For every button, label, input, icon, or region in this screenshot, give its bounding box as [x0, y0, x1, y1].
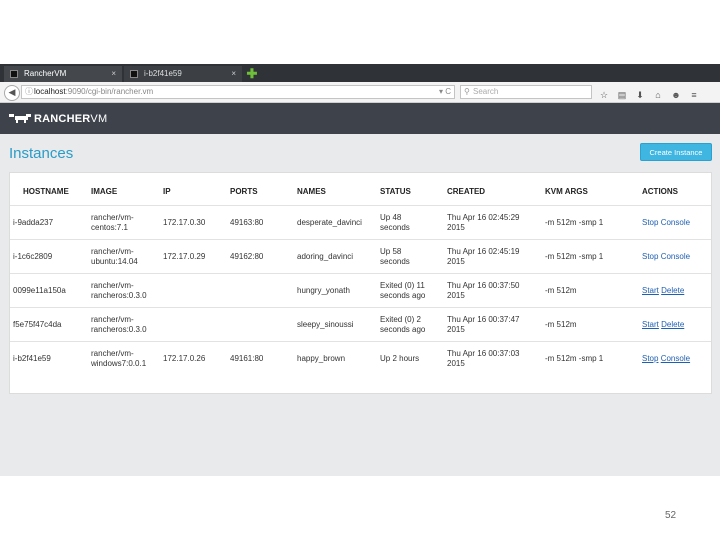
download-icon[interactable]: ⬇: [634, 89, 646, 101]
created-cell: Thu Apr 16 02:45:19 2015: [447, 247, 520, 266]
browser-screenshot: RancherVM × i-b2f41e59 × ✚ ◀ ⓘ localhost…: [0, 64, 720, 476]
table-row: i-b2f41e59 rancher/vm-windows7:0.0.1 172…: [10, 341, 711, 376]
reload-icon[interactable]: ▾ C: [439, 86, 451, 98]
page-title: Instances: [9, 145, 74, 162]
image-cell: rancher/vm-ubuntu:14.04: [91, 247, 138, 266]
start-link[interactable]: Start: [642, 320, 659, 330]
hostname-cell: 0099e11a150a: [13, 286, 66, 295]
column-header-created: CREATED: [447, 187, 486, 196]
stop-link[interactable]: Stop: [642, 218, 658, 228]
actions-cell: Stop Console: [642, 342, 690, 376]
names-cell: desperate_davinci: [297, 218, 362, 227]
console-favicon-icon: [130, 70, 138, 78]
actions-cell: Start Delete: [642, 274, 684, 308]
app-header: RANCHERVM: [0, 103, 720, 134]
new-tab-icon[interactable]: ✚: [244, 66, 260, 82]
chat-icon[interactable]: ☻: [670, 89, 682, 101]
start-link[interactable]: Start: [642, 286, 659, 296]
create-instance-button[interactable]: Create Instance: [640, 143, 712, 161]
created-cell: Thu Apr 16 00:37:03 2015: [447, 349, 520, 368]
console-link[interactable]: Console: [661, 252, 690, 262]
ip-cell: 172.17.0.26: [163, 354, 206, 363]
status-cell: Up 2 hours: [380, 354, 420, 363]
column-header-ip: IP: [163, 187, 171, 196]
page-info-icon[interactable]: ⓘ: [25, 86, 33, 98]
home-icon[interactable]: ⌂: [652, 89, 664, 101]
column-header-names: NAMES: [297, 187, 326, 196]
browser-nav-bar: ◀ ⓘ localhost:9090/cgi-bin/rancher.vm ▾ …: [0, 82, 720, 103]
ports-cell: 49163:80: [230, 218, 264, 227]
tab-label: i-b2f41e59: [144, 69, 182, 78]
image-cell: rancher/vm-windows7:0.0.1: [91, 349, 147, 368]
kvm-args-cell: -m 512m -smp 1: [545, 218, 604, 227]
rancher-cow-icon: [9, 114, 31, 123]
console-link[interactable]: Console: [661, 354, 690, 364]
column-header-kvm-args: KVM ARGS: [545, 187, 588, 196]
table-row: f5e75f47c4da rancher/vm-rancheros:0.3.0 …: [10, 307, 711, 342]
ports-cell: 49161:80: [230, 354, 264, 363]
menu-icon[interactable]: ≡: [688, 89, 700, 101]
delete-link[interactable]: Delete: [661, 286, 684, 296]
browser-tab-strip: RancherVM × i-b2f41e59 × ✚: [0, 64, 720, 82]
status-cell: Exited (0) 11 seconds ago: [380, 281, 426, 300]
close-tab-icon[interactable]: ×: [231, 66, 236, 82]
image-cell: rancher/vm-rancheros:0.3.0: [91, 315, 147, 334]
actions-cell: Stop Console: [642, 240, 690, 274]
hostname-cell: i-b2f41e59: [13, 354, 51, 363]
table-row: 0099e11a150a rancher/vm-rancheros:0.3.0 …: [10, 273, 711, 308]
kvm-args-cell: -m 512m: [545, 286, 577, 295]
close-tab-icon[interactable]: ×: [111, 66, 116, 82]
rancher-favicon-icon: [10, 70, 18, 78]
status-cell: Up 48 seconds: [380, 213, 410, 232]
reading-list-icon[interactable]: ▤: [616, 89, 628, 101]
ip-cell: 172.17.0.29: [163, 252, 206, 261]
table-row: i-1c6c2809 rancher/vm-ubuntu:14.04 172.1…: [10, 239, 711, 274]
console-link[interactable]: Console: [661, 218, 690, 228]
search-input[interactable]: ⚲ Search: [460, 85, 592, 99]
hostname-cell: i-9adda237: [13, 218, 54, 227]
logo-text: RANCHERVM: [34, 113, 108, 125]
back-arrow-icon[interactable]: ◀: [4, 85, 20, 101]
names-cell: hungry_yonath: [297, 286, 350, 295]
column-header-ports: PORTS: [230, 187, 258, 196]
kvm-args-cell: -m 512m -smp 1: [545, 354, 604, 363]
created-cell: Thu Apr 16 00:37:50 2015: [447, 281, 520, 300]
names-cell: sleepy_sinoussi: [297, 320, 354, 329]
column-header-hostname: HOSTNAME: [23, 187, 69, 196]
url-text: localhost:9090/cgi-bin/rancher.vm: [34, 87, 154, 96]
image-cell: rancher/vm-rancheros:0.3.0: [91, 281, 147, 300]
url-bar[interactable]: ⓘ localhost:9090/cgi-bin/rancher.vm ▾ C: [21, 85, 455, 99]
actions-cell: Stop Console: [642, 206, 690, 240]
stop-link[interactable]: Stop: [642, 252, 658, 262]
browser-tab-ranchervm[interactable]: RancherVM ×: [4, 66, 122, 82]
actions-cell: Start Delete: [642, 308, 684, 342]
kvm-args-cell: -m 512m: [545, 320, 577, 329]
kvm-args-cell: -m 512m -smp 1: [545, 252, 604, 261]
created-cell: Thu Apr 16 00:37:47 2015: [447, 315, 520, 334]
created-cell: Thu Apr 16 02:45:29 2015: [447, 213, 520, 232]
star-icon[interactable]: ☆: [598, 89, 610, 101]
status-cell: Up 58 seconds: [380, 247, 410, 266]
tab-label: RancherVM: [24, 69, 67, 78]
column-header-actions: ACTIONS: [642, 187, 678, 196]
ip-cell: 172.17.0.30: [163, 218, 206, 227]
browser-tab-console[interactable]: i-b2f41e59 ×: [124, 66, 242, 82]
delete-link[interactable]: Delete: [661, 320, 684, 330]
hostname-cell: i-1c6c2809: [13, 252, 53, 261]
image-cell: rancher/vm-centos:7.1: [91, 213, 134, 232]
column-header-image: IMAGE: [91, 187, 118, 196]
slide-page-number: 52: [665, 510, 677, 521]
status-cell: Exited (0) 2 seconds ago: [380, 315, 426, 334]
stop-link[interactable]: Stop: [642, 354, 658, 364]
search-icon: ⚲: [464, 87, 470, 96]
column-header-status: STATUS: [380, 187, 411, 196]
search-placeholder: Search: [473, 87, 499, 96]
hostname-cell: f5e75f47c4da: [13, 320, 62, 329]
ports-cell: 49162:80: [230, 252, 264, 261]
instances-table: HOSTNAME IMAGE IP PORTS NAMES STATUS CRE…: [9, 172, 712, 394]
toolbar-icons: ☆ ▤ ⬇ ⌂ ☻ ≡: [598, 85, 706, 101]
names-cell: adoring_davinci: [297, 252, 354, 261]
names-cell: happy_brown: [297, 354, 346, 363]
table-row: i-9adda237 rancher/vm-centos:7.1 172.17.…: [10, 205, 711, 240]
